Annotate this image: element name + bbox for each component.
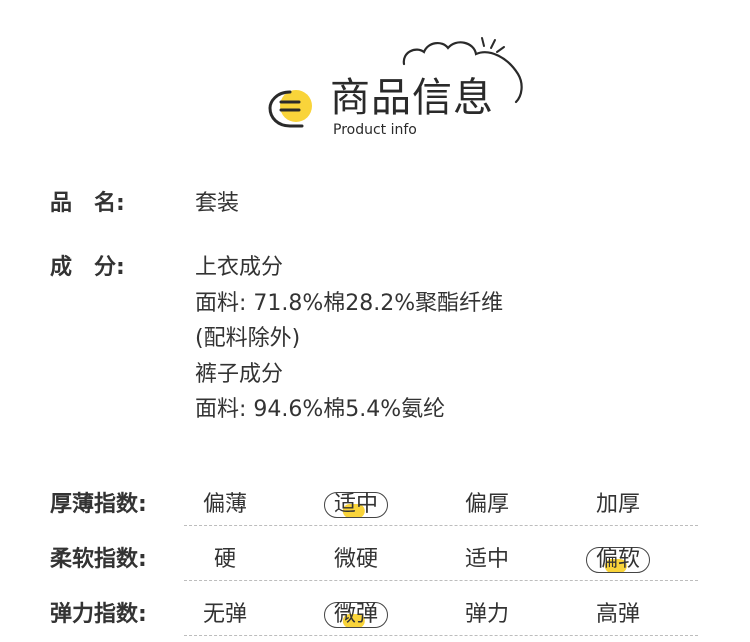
scale-option: 微硬 — [333, 547, 378, 572]
scale-option: 弹力 — [464, 602, 509, 627]
scale-option: 适中 — [464, 547, 509, 572]
detail-value-composition: 上衣成分 面料: 71.8%棉28.2%聚酯纤维 (配料除外) 裤子成分 面料:… — [195, 250, 503, 428]
page-title: 商品信息 — [330, 75, 494, 121]
scale-option-selected: 微弹 — [316, 600, 396, 630]
detail-value-line: 套装 — [195, 191, 240, 216]
scale-option-selected: 偏软 — [578, 545, 658, 575]
detail-value-line: 面料: 71.8%棉28.2%聚酯纤维 — [195, 290, 504, 316]
detail-value-name: 套装 — [195, 186, 239, 222]
menu-circle-icon — [268, 90, 312, 128]
divider — [184, 580, 698, 581]
scale-option: 高弹 — [595, 602, 640, 627]
scale-label: 弹力指数: — [50, 602, 147, 627]
scale-label: 柔软指数: — [50, 547, 147, 572]
divider — [184, 525, 698, 526]
page-subtitle: Product info — [333, 122, 417, 138]
scale-option: 硬 — [213, 547, 236, 572]
scale-option: 加厚 — [595, 492, 640, 517]
detail-value-line: 上衣成分 — [195, 255, 284, 280]
scale-option: 偏厚 — [464, 492, 509, 517]
detail-label-name: 品 名: — [50, 191, 125, 216]
scale-option: 偏薄 — [202, 492, 247, 517]
detail-label-composition: 成 分: — [50, 255, 125, 280]
detail-value-line: 面料: 94.6%棉5.4%氨纶 — [195, 397, 446, 422]
detail-value-line: 裤子成分 — [195, 361, 284, 387]
divider — [184, 635, 698, 636]
section-header: 商品信息 Product info — [0, 0, 750, 150]
scale-label: 厚薄指数: — [50, 492, 147, 517]
scale-option-selected: 适中 — [316, 490, 396, 520]
scale-option: 无弹 — [202, 602, 247, 627]
detail-value-line: (配料除外) — [195, 326, 301, 351]
